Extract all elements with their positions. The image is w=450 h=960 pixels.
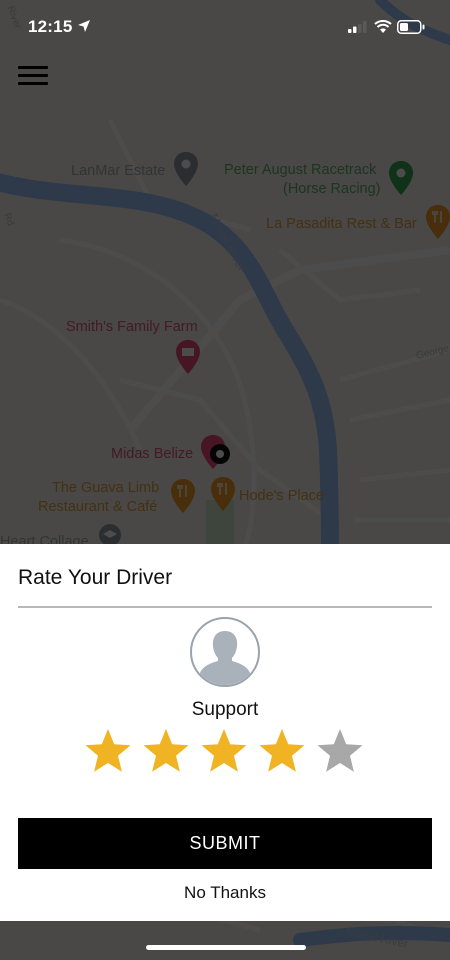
place-label-smiths-farm: Smith's Family Farm — [66, 319, 198, 335]
sheet-title: Rate Your Driver — [18, 566, 173, 589]
battery-icon — [397, 20, 425, 34]
star-icon[interactable] — [316, 727, 364, 775]
wifi-icon — [374, 20, 392, 33]
menu-line — [18, 82, 48, 85]
star-icon[interactable] — [258, 727, 306, 775]
star-icon[interactable] — [200, 727, 248, 775]
place-label-lanmar-estate: LanMar Estate — [71, 163, 166, 179]
location-arrow-icon — [78, 20, 90, 32]
menu-line — [18, 66, 48, 69]
status-bar: 12:15 — [0, 0, 450, 56]
star-icon[interactable] — [84, 727, 132, 775]
menu-line — [18, 74, 48, 77]
no-thanks-link[interactable]: No Thanks — [0, 883, 450, 903]
star-rating[interactable] — [84, 727, 368, 777]
guava-restaurant-pin-icon[interactable] — [171, 479, 195, 513]
hamburger-menu-icon[interactable] — [18, 66, 48, 90]
restaurant-pin-icon[interactable] — [426, 205, 450, 239]
place-label-racetrack: Peter August Racetrack — [224, 162, 377, 178]
gray-place-pin-icon[interactable] — [174, 152, 198, 186]
place-label-guava-limb-sub: Restaurant & Café — [38, 499, 158, 515]
place-label-guava-limb: The Guava Limb — [52, 480, 160, 496]
status-time: 12:15 — [28, 17, 73, 36]
farm-pin-icon[interactable] — [176, 340, 200, 374]
hodes-restaurant-pin-icon[interactable] — [211, 477, 235, 511]
driver-name: Support — [191, 699, 259, 720]
rate-driver-sheet: Rate Your Driver Support SUBMIT No Thank… — [0, 544, 450, 921]
green-place-pin-icon[interactable] — [389, 161, 413, 195]
place-label-la-pasadita: La Pasadita Rest & Bar — [266, 216, 417, 232]
cellular-signal-icon — [348, 21, 367, 33]
current-location-marker-icon — [210, 444, 230, 464]
place-label-midas-belize: Midas Belize — [111, 446, 194, 462]
home-indicator — [146, 945, 306, 950]
driver-avatar — [190, 617, 260, 687]
star-icon[interactable] — [142, 727, 190, 775]
person-silhouette-icon — [200, 631, 250, 685]
place-label-racetrack-sub: (Horse Racing) — [283, 181, 381, 197]
title-divider — [18, 606, 432, 608]
place-label-hodes-place: Hode's Place — [239, 488, 324, 504]
submit-button[interactable]: SUBMIT — [18, 818, 432, 869]
